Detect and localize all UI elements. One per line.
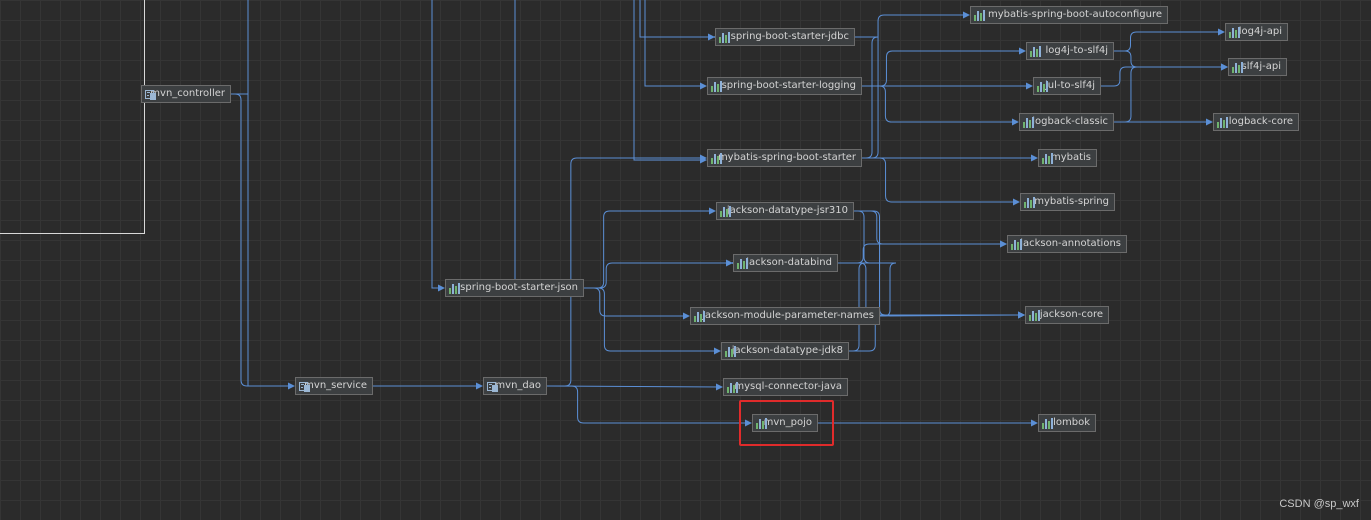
library-icon [711, 80, 722, 92]
library-icon [727, 381, 738, 393]
edge-spring-boot-starter-json-to-jackson-module-parameter-names [584, 287, 690, 320]
edge-logback-classic-to-slf4j-api [1114, 63, 1228, 123]
edge-jul-to-slf4j-to-slf4j-api [1101, 63, 1228, 87]
library-icon [1011, 238, 1022, 250]
node-mybatis[interactable]: mybatis [1038, 149, 1097, 167]
library-icon [449, 282, 460, 294]
edge-spring-boot-starter-json-to-jackson-databind [584, 259, 733, 289]
node-spring-boot-starter-logging[interactable]: spring-boot-starter-logging [707, 77, 862, 95]
node-label: log4j-to-slf4j [1045, 45, 1108, 56]
node-label: mvn_dao [495, 380, 541, 391]
trunk-edge [644, 0, 707, 90]
module-icon [299, 381, 310, 392]
module-icon [487, 381, 498, 392]
edge-spring-boot-starter-logging-to-log4j-to-slf4j [862, 47, 1026, 87]
node-jackson-datatype-jsr310[interactable]: jackson-datatype-jsr310 [716, 202, 854, 220]
edge-mvn_dao-to-mybatis-spring-boot-starter [547, 154, 707, 387]
edge-log4j-to-slf4j-to-slf4j-api [1114, 50, 1228, 71]
node-jackson-annotations[interactable]: jackson-annotations [1007, 235, 1127, 253]
library-icon [1232, 61, 1243, 73]
node-slf4j-api[interactable]: slf4j-api [1228, 58, 1287, 76]
node-mybatis-spring-boot-autoconfigure[interactable]: mybatis-spring-boot-autoconfigure [970, 6, 1168, 24]
node-label: mvn_controller [150, 88, 225, 99]
library-icon [1024, 196, 1035, 208]
node-mvn_service[interactable]: mvn_service [295, 377, 373, 395]
node-label: logback-classic [1032, 116, 1108, 127]
library-icon [725, 345, 736, 357]
edge-spring-boot-starter-json-to-jackson-datatype-jsr310 [584, 207, 716, 289]
node-label: logback-core [1228, 116, 1293, 127]
edge-jackson-databind-to-jackson-annotations [838, 240, 1007, 264]
library-icon [1217, 116, 1228, 128]
node-label: spring-boot-starter-jdbc [730, 31, 849, 42]
edge-log4j-to-slf4j-to-log4j-api [1114, 28, 1225, 52]
edges-layer [231, 0, 1228, 427]
node-jul-to-slf4j[interactable]: jul-to-slf4j [1033, 77, 1101, 95]
node-label: jackson-annotations [1020, 238, 1121, 249]
library-icon [1229, 26, 1240, 38]
node-label: mybatis-spring-boot-starter [717, 152, 856, 163]
edge-mybatis-spring-boot-starter-to-spring-boot-starter-jdbc [713, 33, 879, 159]
node-mybatis-spring[interactable]: mybatis-spring [1020, 193, 1115, 211]
node-label: jackson-core [1039, 309, 1103, 320]
watermark: CSDN @sp_wxf [1279, 498, 1359, 510]
edge-mybatis-spring-boot-starter-to-mybatis-spring [862, 157, 1020, 206]
library-icon [1023, 116, 1034, 128]
node-logback-core[interactable]: logback-core [1213, 113, 1299, 131]
library-icon [974, 9, 985, 21]
node-spring-boot-starter-json[interactable]: spring-boot-starter-json [445, 279, 584, 297]
trunk-edge [431, 0, 445, 292]
node-jackson-core[interactable]: jackson-core [1025, 306, 1109, 324]
library-icon [720, 205, 731, 217]
library-icon [1042, 417, 1053, 429]
node-spring-boot-starter-jdbc[interactable]: spring-boot-starter-jdbc [715, 28, 855, 46]
node-label: jackson-module-parameter-names [702, 310, 874, 321]
node-label: mybatis [1050, 152, 1091, 163]
node-mysql-connector-java[interactable]: mysql-connector-java [723, 378, 848, 396]
node-label: mvn_service [304, 380, 367, 391]
node-label: jackson-databind [746, 257, 832, 268]
library-icon [719, 31, 730, 43]
edge-mvn_dao-to-mvn_pojo [547, 385, 752, 427]
trunk-edge [639, 0, 715, 41]
node-mvn_dao[interactable]: mvn_dao [483, 377, 547, 395]
library-icon [1042, 152, 1053, 164]
node-label: mybatis-spring [1034, 196, 1109, 207]
edge-spring-boot-starter-logging-to-logback-classic [862, 85, 1019, 126]
edge-jackson-datatype-jsr310-to-jackson-annotations [854, 210, 1007, 248]
trunk-edge [231, 0, 249, 386]
node-mybatis-spring-boot-starter[interactable]: mybatis-spring-boot-starter [707, 149, 862, 167]
library-icon [737, 257, 748, 269]
library-icon [694, 310, 705, 322]
library-icon [1030, 45, 1042, 57]
node-label: jackson-datatype-jdk8 [731, 345, 843, 356]
dependency-diagram: mvn_controller mvn_service mvn_dao spring-b… [0, 0, 1371, 520]
node-label: mysql-connector-java [734, 381, 842, 392]
library-icon [1037, 80, 1048, 92]
node-log4j-to-slf4j[interactable]: log4j-to-slf4j [1026, 42, 1114, 60]
node-label: log4j-api [1238, 26, 1282, 37]
node-label: slf4j-api [1241, 61, 1281, 72]
edge-mvn_controller-to-mvn_service [231, 93, 295, 390]
node-mvn_controller[interactable]: mvn_controller [141, 85, 231, 103]
node-label: jackson-datatype-jsr310 [726, 205, 848, 216]
node-label: mybatis-spring-boot-autoconfigure [988, 9, 1162, 20]
library-icon [1029, 309, 1040, 321]
highlight-box [739, 400, 834, 446]
node-label: spring-boot-starter-json [460, 282, 578, 293]
node-label: spring-boot-starter-logging [721, 80, 856, 91]
node-jackson-datatype-jdk8[interactable]: jackson-datatype-jdk8 [721, 342, 849, 360]
module-icon [145, 89, 156, 100]
node-lombok[interactable]: lombok [1038, 414, 1096, 432]
library-icon [711, 152, 722, 164]
node-jackson-databind[interactable]: jackson-databind [733, 254, 838, 272]
node-log4j-api[interactable]: log4j-api [1225, 23, 1288, 41]
node-logback-classic[interactable]: logback-classic [1019, 113, 1114, 131]
node-label: jul-to-slf4j [1045, 80, 1095, 91]
node-label: lombok [1053, 417, 1090, 428]
node-jackson-module-parameter-names[interactable]: jackson-module-parameter-names [690, 307, 880, 325]
